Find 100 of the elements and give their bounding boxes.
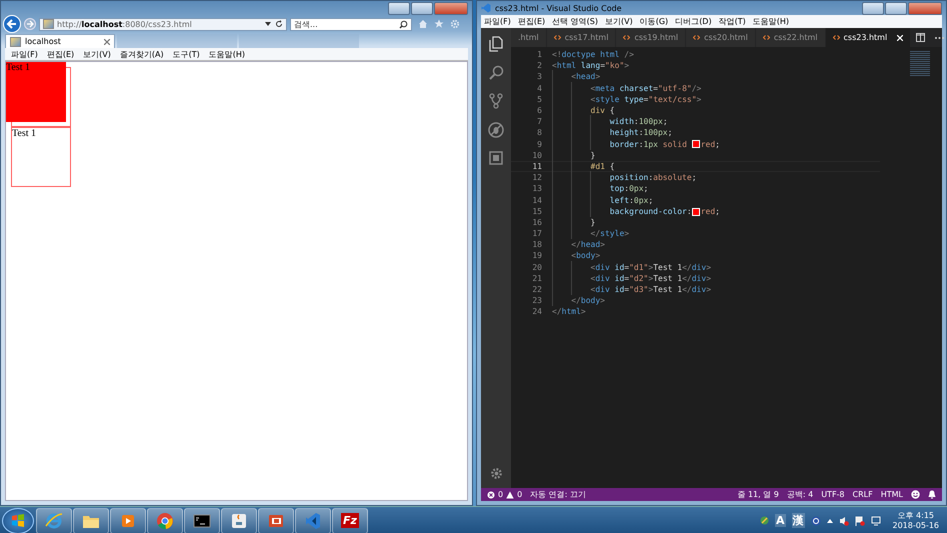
code-token: html	[562, 307, 581, 316]
code-token: >	[696, 94, 702, 104]
menu-item[interactable]: 디버그(D)	[675, 16, 712, 27]
flag-icon[interactable]	[854, 516, 864, 526]
clock[interactable]: 오후 4:15 2018-05-16	[892, 510, 939, 530]
menu-item[interactable]: 보기(V)	[605, 16, 633, 27]
editor-tab[interactable]: css20.html	[686, 28, 756, 47]
maximize-button[interactable]	[411, 2, 433, 14]
taskbar-button[interactable]	[221, 508, 257, 533]
code-token: <	[590, 84, 596, 93]
menu-item[interactable]: 보기(V)	[83, 48, 111, 60]
code-token: html	[556, 61, 576, 70]
back-arrow-icon	[6, 18, 18, 30]
tab-title: localhost	[25, 37, 61, 46]
branch-icon[interactable]	[489, 93, 503, 109]
search-field[interactable]: 검색...	[290, 18, 412, 30]
status-item[interactable]: CRLF	[852, 490, 873, 499]
home-icon[interactable]	[418, 19, 428, 29]
code-token: >	[600, 296, 605, 306]
input-mode-button[interactable]: A	[774, 514, 786, 527]
line-number: 23	[531, 296, 543, 306]
editor-tab[interactable]: css22.html	[756, 28, 826, 47]
bell-icon[interactable]	[928, 490, 936, 499]
code-token: ;	[648, 196, 654, 205]
monitor-icon[interactable]	[870, 516, 880, 526]
extensions-icon[interactable]	[489, 151, 503, 165]
code-token: >	[706, 285, 712, 294]
code-token: "text/css"	[648, 94, 697, 104]
page-icon	[10, 36, 21, 46]
help-icon[interactable]	[810, 516, 820, 526]
editor-tab[interactable]: css23.html	[826, 28, 912, 47]
settings-icon[interactable]	[490, 467, 502, 480]
taskbar-button[interactable]	[184, 508, 220, 533]
code-token: =	[600, 61, 606, 70]
line-number: 14	[531, 196, 543, 205]
status-item[interactable]: UTF-8	[821, 490, 845, 499]
menu-item[interactable]: 편집(E)	[46, 48, 74, 60]
menu-item[interactable]: 이동(G)	[640, 16, 668, 27]
taskbar-button[interactable]	[73, 508, 109, 533]
input-mode-button[interactable]: 漢	[792, 513, 804, 528]
close-button[interactable]	[434, 2, 468, 14]
minimize-button[interactable]	[388, 2, 410, 14]
forward-button[interactable]	[24, 18, 36, 30]
code-token: Test 1	[653, 274, 682, 283]
menu-item[interactable]: 파일(F)	[484, 16, 511, 27]
code-token: }	[590, 218, 596, 227]
close-button[interactable]	[908, 2, 942, 14]
code-token: head	[580, 240, 600, 250]
browser-tab[interactable]: localhost	[5, 34, 115, 48]
code-token: type	[623, 94, 644, 104]
start-button[interactable]	[2, 508, 34, 533]
address-field[interactable]: http://localhost:8080/css23.html	[39, 18, 287, 30]
status-item[interactable]: 줄 11, 열 9	[737, 489, 779, 500]
menu-item[interactable]: 도움말(H)	[208, 48, 245, 60]
line-number: 16	[531, 218, 543, 227]
menu-item[interactable]: 도움말(H)	[752, 16, 789, 27]
refresh-icon[interactable]	[275, 20, 283, 28]
code-token: div	[595, 262, 610, 272]
files-icon[interactable]	[489, 36, 503, 52]
menu-item[interactable]: 선택 영역(S)	[552, 16, 598, 27]
code-token: id	[614, 285, 624, 294]
line-number: 13	[531, 184, 543, 194]
back-button[interactable]	[3, 15, 21, 33]
code-token: >	[595, 72, 600, 82]
speaker-icon[interactable]	[838, 516, 848, 526]
editor-tab[interactable]: css17.html	[546, 28, 616, 47]
line-number: 3	[536, 72, 543, 82]
menu-item[interactable]: 편집(E)	[518, 16, 546, 27]
line-number: 15	[531, 206, 543, 216]
line-number: 2	[536, 61, 543, 70]
menu-item[interactable]: 즐겨찾기(A)	[120, 48, 164, 60]
dropdown-icon[interactable]	[265, 22, 271, 26]
code-token: :	[686, 206, 692, 216]
star-icon[interactable]	[434, 19, 444, 29]
line-number: 18	[531, 240, 543, 250]
status-item[interactable]: 공백: 4	[786, 489, 814, 500]
up-arrow-icon[interactable]	[826, 518, 832, 524]
line-number: 10	[531, 150, 543, 160]
editor-tab[interactable]: css19.html	[616, 28, 686, 47]
status-item[interactable]: 자동 연결: 끄기	[530, 489, 586, 500]
search-icon[interactable]	[488, 65, 504, 80]
code-token: =	[644, 94, 648, 104]
taskbar-button[interactable]: Fz	[332, 508, 368, 533]
taskbar-button[interactable]	[258, 508, 294, 533]
status-item[interactable]: HTML	[880, 490, 903, 499]
smiley-icon[interactable]	[911, 490, 920, 499]
code-token: }	[590, 150, 596, 160]
editor-tab[interactable]: .html	[511, 28, 547, 47]
minimize-button[interactable]	[862, 2, 884, 14]
code-token: >	[706, 274, 712, 283]
terminal-icon	[193, 512, 211, 530]
code-token: >	[600, 240, 605, 250]
menu-item[interactable]: 파일(F)	[11, 48, 38, 60]
maximize-button[interactable]	[885, 2, 907, 14]
menu-item[interactable]: 작업(T)	[718, 16, 746, 27]
code-token: <	[552, 61, 557, 70]
code-brackets-icon	[554, 35, 561, 40]
problems-indicator[interactable]: 0 0	[487, 490, 522, 499]
code-token: >	[706, 262, 712, 272]
menu-item[interactable]: 도구(T)	[172, 48, 200, 60]
